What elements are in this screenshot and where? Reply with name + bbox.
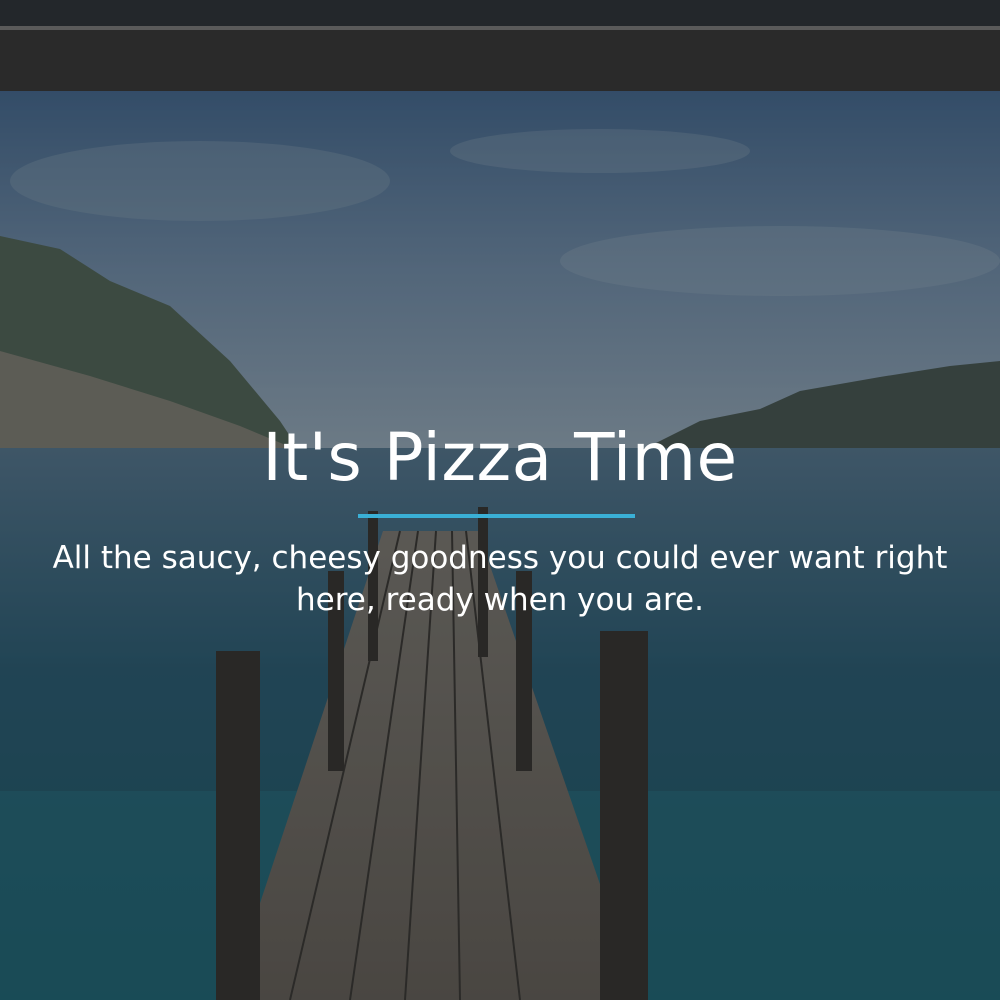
hero-section: It's Pizza Time All the saucy, cheesy go… <box>0 91 1000 1000</box>
title-underline <box>358 514 635 518</box>
hero-subtitle: All the saucy, cheesy goodness you could… <box>52 540 948 618</box>
navbar-divider <box>0 26 1000 30</box>
top-navbar <box>0 0 1000 91</box>
hero-title: It's Pizza Time <box>262 419 738 496</box>
browser-strip <box>0 0 1000 26</box>
